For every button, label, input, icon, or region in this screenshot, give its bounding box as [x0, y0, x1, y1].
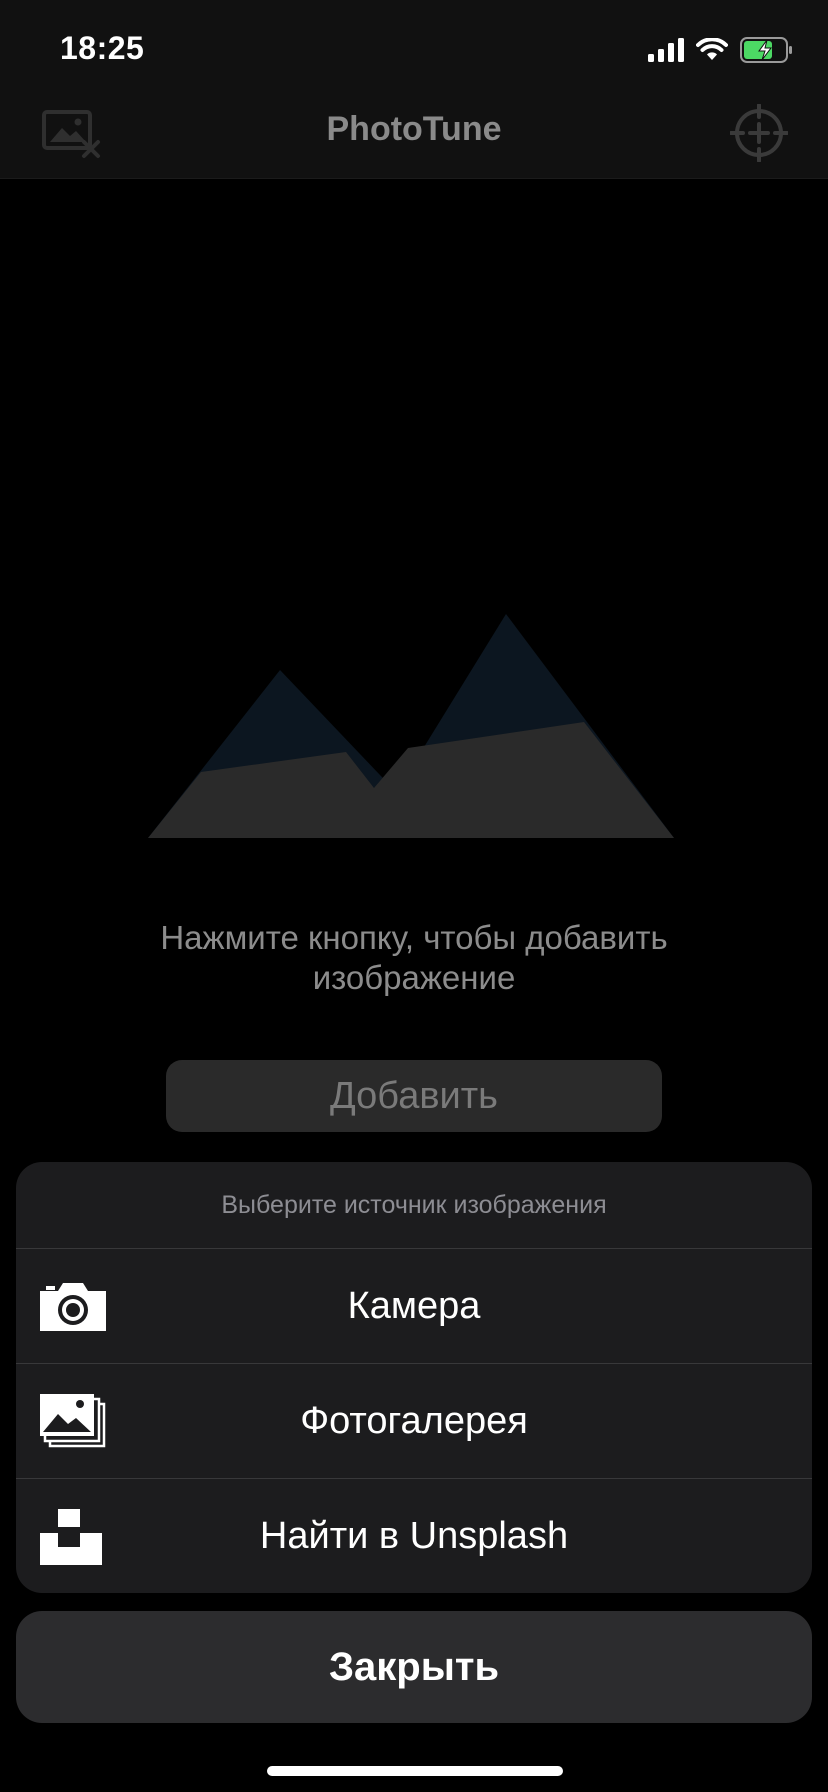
wifi-icon: [696, 38, 728, 60]
screen: 18:25 PhotoTune Нажмите кнопку, чтобы до…: [0, 0, 828, 1792]
option-camera[interactable]: Камера: [16, 1249, 812, 1364]
nav-bar: PhotoTune: [0, 96, 828, 179]
option-photo-gallery-label: Фотогалерея: [300, 1400, 528, 1442]
option-photo-gallery[interactable]: Фотогалерея: [16, 1364, 812, 1479]
option-unsplash[interactable]: Найти в Unsplash: [16, 1479, 812, 1593]
status-icons: [648, 36, 794, 64]
crosshair-button[interactable]: [729, 103, 789, 163]
close-button[interactable]: Закрыть: [16, 1611, 812, 1723]
status-time: 18:25: [60, 30, 145, 66]
mountains-icon: [148, 614, 674, 838]
option-camera-label: Камера: [347, 1285, 481, 1327]
option-unsplash-label: Найти в Unsplash: [259, 1515, 569, 1557]
empty-state-prompt: Нажмите кнопку, чтобы добавить изображен…: [160, 919, 668, 996]
cellular-signal-icon: [648, 38, 684, 62]
sheet-title: Выберите источник изображения: [16, 1162, 812, 1249]
app-title: PhotoTune: [326, 110, 502, 148]
add-button[interactable]: Добавить: [166, 1060, 662, 1132]
status-bar: 18:25: [0, 0, 828, 96]
image-source-sheet: Выберите источник изображения Камера Фот…: [16, 1162, 812, 1593]
home-indicator[interactable]: [267, 1766, 563, 1776]
crosshair-icon: [729, 103, 789, 163]
battery-charging-icon: [740, 37, 792, 63]
